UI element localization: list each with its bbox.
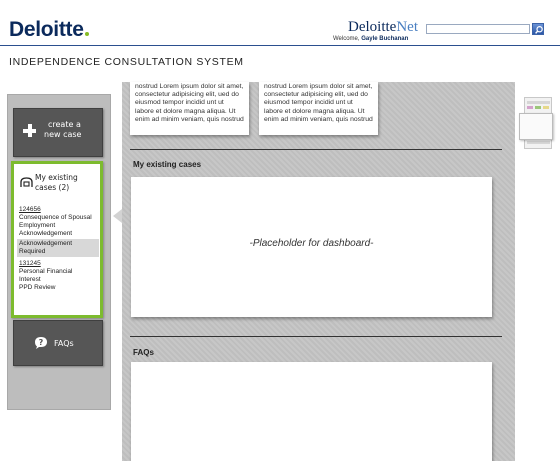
section-divider: [130, 336, 502, 337]
case-title: Personal Financial Interest: [19, 268, 73, 283]
cases-icon: [20, 177, 33, 187]
create-new-case-button[interactable]: create a new case: [13, 108, 103, 157]
faqs-button[interactable]: ? FAQs: [13, 320, 103, 366]
deloitte-logo: Deloitte: [9, 18, 89, 42]
case-item[interactable]: 131245 Personal Financial Interest PPD R…: [19, 260, 102, 292]
create-label-line1: create a: [48, 120, 81, 129]
case-status-badge: Acknowledgement Required: [17, 239, 99, 257]
panel-pointer-arrow: [113, 209, 122, 223]
page-title: INDEPENDENCE CONSULTATION SYSTEM: [9, 56, 244, 68]
plus-icon: [23, 124, 36, 137]
search-icon: [535, 25, 543, 34]
case-title: Consequence of Spousal Employment Acknow…: [19, 214, 92, 237]
faqs-section-title: FAQs: [133, 348, 154, 357]
existing-cases-label: My existing cases (2): [35, 173, 101, 192]
net-brand-suffix: Net: [396, 19, 418, 35]
existing-cases-panel: My existing cases (2) 124656 Consequence…: [11, 161, 103, 318]
faqs-label: FAQs: [54, 339, 74, 348]
existing-label-line1: My existing: [35, 173, 78, 182]
info-card-text: nostrud Lorem ipsum dolor sit amet, cons…: [135, 83, 244, 123]
main-content: nostrud Lorem ipsum dolor sit amet, cons…: [122, 82, 515, 461]
thumbnail-row: [527, 101, 550, 104]
header-divider: [0, 45, 560, 46]
brand-name: Deloitte: [9, 18, 84, 41]
info-card-text: nostrud Lorem ipsum dolor sit amet, cons…: [264, 83, 373, 123]
case-item[interactable]: 124656 Consequence of Spousal Employment…: [17, 206, 102, 257]
user-name: Gayle Buchanan: [361, 36, 409, 42]
thumbnail-sheet: [519, 113, 553, 140]
info-card: nostrud Lorem ipsum dolor sit amet, cons…: [130, 82, 249, 135]
net-brand-main: Deloitte: [348, 19, 397, 35]
existing-label-line2: cases (2): [35, 182, 70, 192]
deloitte-net-logo: DeloitteNet: [348, 19, 418, 36]
existing-cases-section-title: My existing cases: [133, 160, 202, 169]
svg-text:?: ?: [39, 338, 44, 347]
question-bubble-icon: ?: [35, 337, 47, 349]
faqs-panel: [131, 362, 492, 461]
info-card: nostrud Lorem ipsum dolor sit amet, cons…: [259, 82, 378, 135]
welcome-prefix: Welcome,: [333, 36, 360, 42]
create-label-line2: new case: [44, 130, 82, 139]
brand-dot: [84, 32, 89, 36]
section-divider: [130, 149, 502, 150]
search-button[interactable]: [532, 23, 544, 35]
welcome-text: Welcome, Gayle Buchanan: [333, 36, 408, 42]
case-number-link[interactable]: 131245: [19, 260, 102, 268]
create-new-case-label: create a new case: [44, 120, 102, 140]
thumbnail-row: [535, 106, 541, 109]
case-number-link[interactable]: 124656: [19, 206, 102, 214]
search-input[interactable]: [426, 24, 530, 34]
thumbnail-row: [543, 106, 549, 109]
dashboard-placeholder: -Placeholder for dashboard-: [249, 238, 374, 249]
dashboard-panel: -Placeholder for dashboard-: [131, 177, 492, 317]
thumbnail-row: [527, 141, 550, 144]
case-status: PPD Review: [19, 284, 56, 291]
thumbnail-row: [527, 106, 533, 109]
